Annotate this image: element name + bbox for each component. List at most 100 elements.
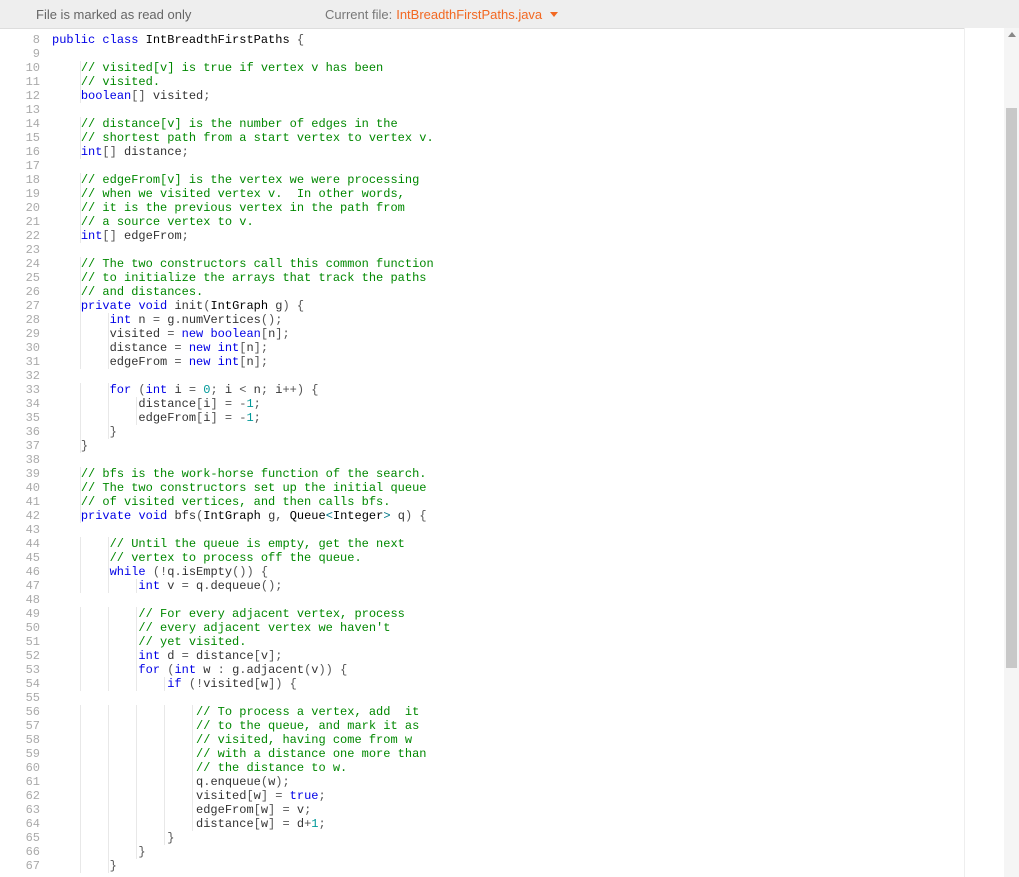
line-number: 9 <box>0 47 46 61</box>
code-line[interactable]: boolean[] visited; <box>52 89 1019 103</box>
code-line[interactable]: // with a distance one more than <box>52 747 1019 761</box>
line-number: 48 <box>0 593 46 607</box>
line-number: 14 <box>0 117 46 131</box>
code-line[interactable]: // For every adjacent vertex, process <box>52 607 1019 621</box>
scrollbar-thumb[interactable] <box>1006 108 1017 668</box>
line-number: 23 <box>0 243 46 257</box>
code-line[interactable] <box>52 453 1019 467</box>
code-line[interactable]: edgeFrom = new int[n]; <box>52 355 1019 369</box>
line-number: 27 <box>0 299 46 313</box>
line-number-gutter: 8910111213141516171819202122232425262728… <box>0 29 46 877</box>
code-line[interactable]: // of visited vertices, and then calls b… <box>52 495 1019 509</box>
code-editor[interactable]: 8910111213141516171819202122232425262728… <box>0 28 1019 877</box>
code-line[interactable]: int n = g.numVertices(); <box>52 313 1019 327</box>
code-line[interactable]: int[] distance; <box>52 145 1019 159</box>
code-line[interactable]: } <box>52 439 1019 453</box>
line-number: 51 <box>0 635 46 649</box>
line-number: 25 <box>0 271 46 285</box>
line-number: 52 <box>0 649 46 663</box>
line-number: 35 <box>0 411 46 425</box>
line-number: 61 <box>0 775 46 789</box>
current-file-label: Current file: <box>325 7 392 22</box>
line-number: 12 <box>0 89 46 103</box>
code-line[interactable]: // every adjacent vertex we haven't <box>52 621 1019 635</box>
code-line[interactable]: int[] edgeFrom; <box>52 229 1019 243</box>
code-line[interactable]: // To process a vertex, add it <box>52 705 1019 719</box>
line-number: 34 <box>0 397 46 411</box>
code-line[interactable]: // The two constructors call this common… <box>52 257 1019 271</box>
code-line[interactable]: // shortest path from a start vertex to … <box>52 131 1019 145</box>
scroll-up-arrow-icon[interactable] <box>1008 32 1016 37</box>
code-line[interactable]: // Until the queue is empty, get the nex… <box>52 537 1019 551</box>
chevron-down-icon <box>550 12 558 17</box>
line-number: 42 <box>0 509 46 523</box>
code-line[interactable]: visited = new boolean[n]; <box>52 327 1019 341</box>
code-line[interactable]: private void bfs(IntGraph g, Queue<Integ… <box>52 509 1019 523</box>
code-line[interactable]: public class IntBreadthFirstPaths { <box>52 33 1019 47</box>
code-line[interactable] <box>52 47 1019 61</box>
code-line[interactable]: // to the queue, and mark it as <box>52 719 1019 733</box>
code-line[interactable]: // and distances. <box>52 285 1019 299</box>
code-line[interactable]: private void init(IntGraph g) { <box>52 299 1019 313</box>
line-number: 36 <box>0 425 46 439</box>
code-line[interactable]: } <box>52 845 1019 859</box>
line-number: 30 <box>0 341 46 355</box>
code-line[interactable]: // the distance to w. <box>52 761 1019 775</box>
line-number: 10 <box>0 61 46 75</box>
code-line[interactable] <box>52 103 1019 117</box>
code-line[interactable]: for (int i = 0; i < n; i++) { <box>52 383 1019 397</box>
current-file-name: IntBreadthFirstPaths.java <box>396 7 542 22</box>
line-number: 57 <box>0 719 46 733</box>
code-line[interactable] <box>52 691 1019 705</box>
code-line[interactable]: // The two constructors set up the initi… <box>52 481 1019 495</box>
code-line[interactable]: // vertex to process off the queue. <box>52 551 1019 565</box>
line-number: 21 <box>0 215 46 229</box>
code-line[interactable]: visited[w] = true; <box>52 789 1019 803</box>
code-line[interactable]: q.enqueue(w); <box>52 775 1019 789</box>
code-line[interactable]: distance = new int[n]; <box>52 341 1019 355</box>
code-line[interactable] <box>52 523 1019 537</box>
code-line[interactable]: if (!visited[w]) { <box>52 677 1019 691</box>
code-line[interactable]: // visited. <box>52 75 1019 89</box>
code-line[interactable]: // when we visited vertex v. In other wo… <box>52 187 1019 201</box>
readonly-message: File is marked as read only <box>36 7 191 22</box>
code-line[interactable]: // visited[v] is true if vertex v has be… <box>52 61 1019 75</box>
code-line[interactable]: for (int w : g.adjacent(v)) { <box>52 663 1019 677</box>
line-number: 59 <box>0 747 46 761</box>
code-line[interactable]: } <box>52 425 1019 439</box>
line-number: 46 <box>0 565 46 579</box>
line-number: 63 <box>0 803 46 817</box>
code-line[interactable]: edgeFrom[w] = v; <box>52 803 1019 817</box>
code-line[interactable]: int v = q.dequeue(); <box>52 579 1019 593</box>
code-line[interactable]: // a source vertex to v. <box>52 215 1019 229</box>
code-line[interactable] <box>52 369 1019 383</box>
code-line[interactable]: // it is the previous vertex in the path… <box>52 201 1019 215</box>
code-line[interactable] <box>52 593 1019 607</box>
code-line[interactable]: // edgeFrom[v] is the vertex we were pro… <box>52 173 1019 187</box>
code-line[interactable]: } <box>52 831 1019 845</box>
vertical-scrollbar[interactable] <box>1004 28 1019 877</box>
code-line[interactable]: // bfs is the work-horse function of the… <box>52 467 1019 481</box>
code-line[interactable]: int d = distance[v]; <box>52 649 1019 663</box>
code-line[interactable]: // distance[v] is the number of edges in… <box>52 117 1019 131</box>
code-line[interactable]: } <box>52 859 1019 873</box>
current-file-selector[interactable]: Current file: IntBreadthFirstPaths.java <box>325 7 558 22</box>
code-line[interactable]: // yet visited. <box>52 635 1019 649</box>
line-number: 22 <box>0 229 46 243</box>
line-number: 8 <box>0 33 46 47</box>
line-number: 11 <box>0 75 46 89</box>
line-number: 26 <box>0 285 46 299</box>
code-line[interactable]: edgeFrom[i] = -1; <box>52 411 1019 425</box>
code-line[interactable]: while (!q.isEmpty()) { <box>52 565 1019 579</box>
code-line[interactable]: // to initialize the arrays that track t… <box>52 271 1019 285</box>
line-number: 55 <box>0 691 46 705</box>
code-line[interactable] <box>52 243 1019 257</box>
code-area[interactable]: public class IntBreadthFirstPaths { // v… <box>46 29 1019 877</box>
line-number: 17 <box>0 159 46 173</box>
top-bar: File is marked as read only Current file… <box>0 0 1019 28</box>
code-line[interactable]: distance[i] = -1; <box>52 397 1019 411</box>
code-line[interactable] <box>52 159 1019 173</box>
code-line[interactable]: distance[w] = d+1; <box>52 817 1019 831</box>
code-line[interactable]: // visited, having come from w <box>52 733 1019 747</box>
line-number: 43 <box>0 523 46 537</box>
